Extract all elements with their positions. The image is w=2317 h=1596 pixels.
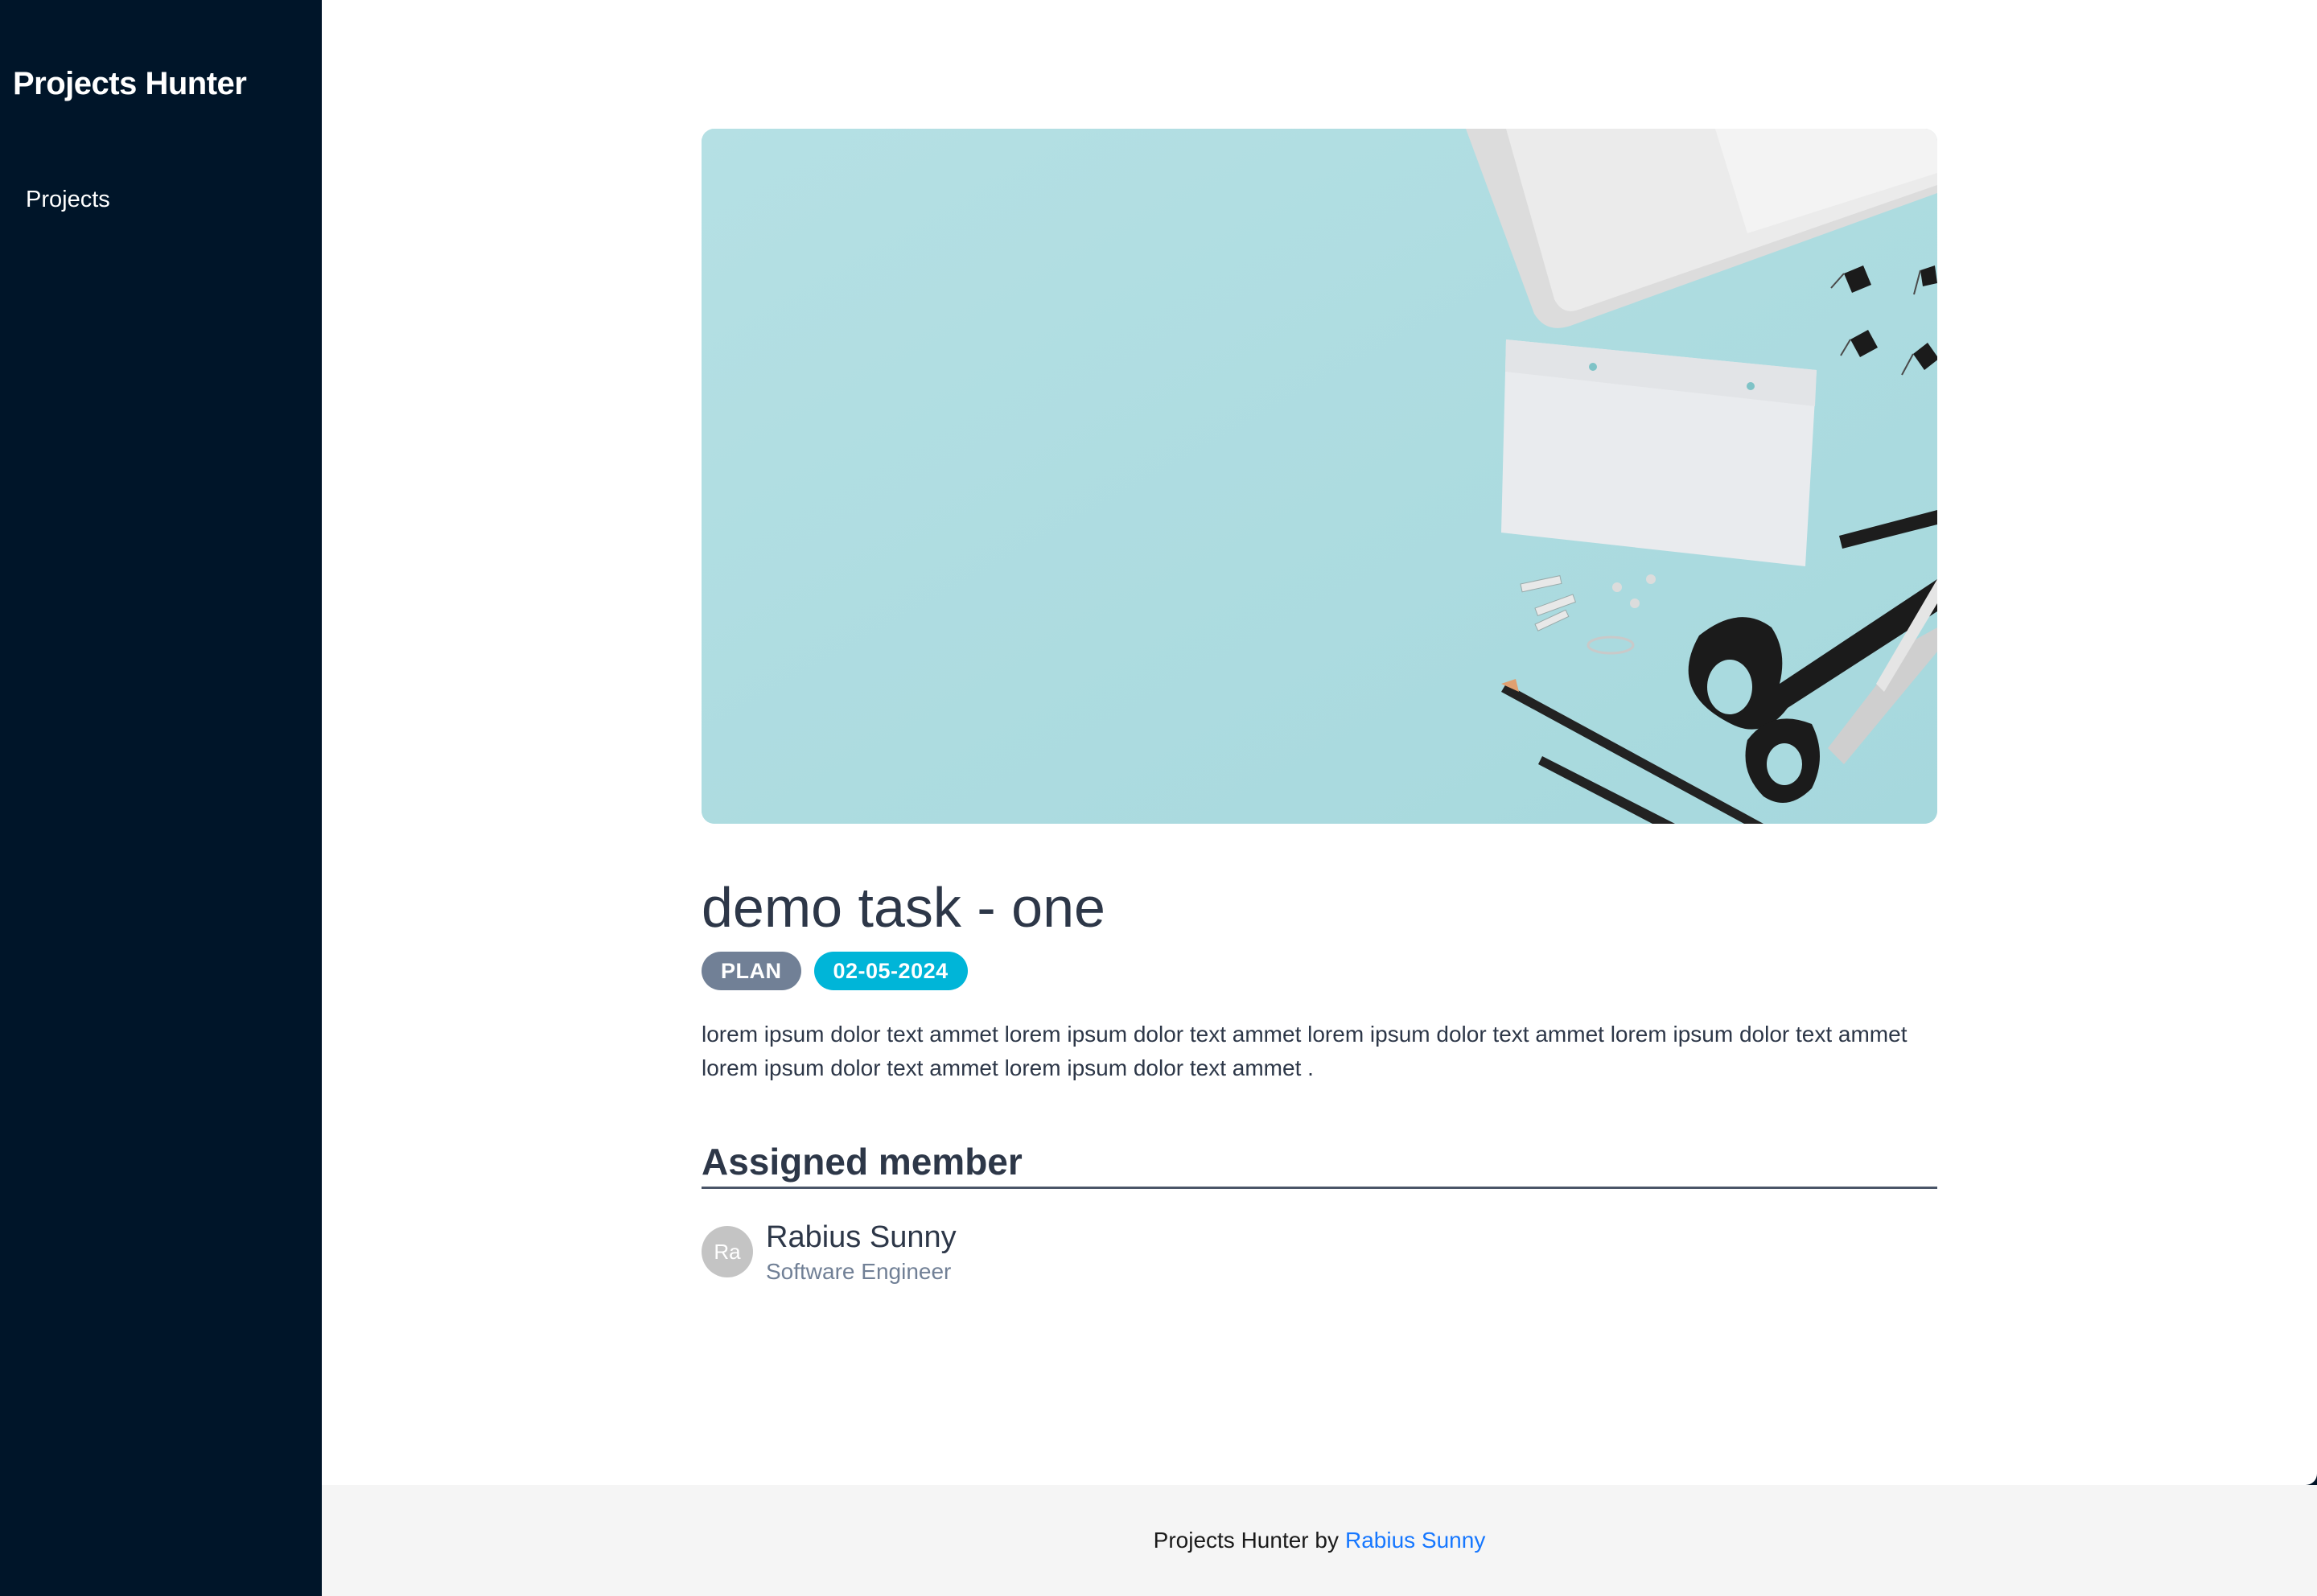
footer-text: Projects Hunter by xyxy=(1153,1528,1339,1553)
member-card: Ra Rabius Sunny Software Engineer xyxy=(702,1220,1937,1285)
app-root: Projects Hunter Projects demo task - one… xyxy=(0,0,2317,1596)
task-title: demo task - one xyxy=(702,876,1105,939)
member-role: Software Engineer xyxy=(766,1259,952,1285)
sidebar-item-projects[interactable]: Projects xyxy=(26,187,110,213)
date-badge: 02-05-2024 xyxy=(813,951,968,990)
assigned-member-heading: Assigned member xyxy=(702,1140,1937,1189)
task-description: lorem ipsum dolor text ammet lorem ipsum… xyxy=(702,1021,1908,1080)
task-cover-image xyxy=(702,129,1937,824)
task-tags: PLAN 02-05-2024 xyxy=(702,951,1937,990)
member-info: Rabius Sunny Software Engineer xyxy=(766,1220,957,1285)
main-content: demo task - one PLAN 02-05-2024 lorem ip… xyxy=(322,0,2317,1485)
brand-title[interactable]: Projects Hunter xyxy=(13,66,247,102)
member-name: Rabius Sunny xyxy=(766,1220,957,1254)
task-detail: demo task - one PLAN 02-05-2024 lorem ip… xyxy=(702,129,1937,1285)
footer-author-link[interactable]: Rabius Sunny xyxy=(1345,1528,1485,1553)
sidebar: Projects Hunter Projects xyxy=(0,0,322,1596)
status-badge: PLAN xyxy=(702,951,801,990)
footer: Projects Hunter by Rabius Sunny xyxy=(322,1485,2317,1596)
avatar: Ra xyxy=(702,1226,753,1278)
